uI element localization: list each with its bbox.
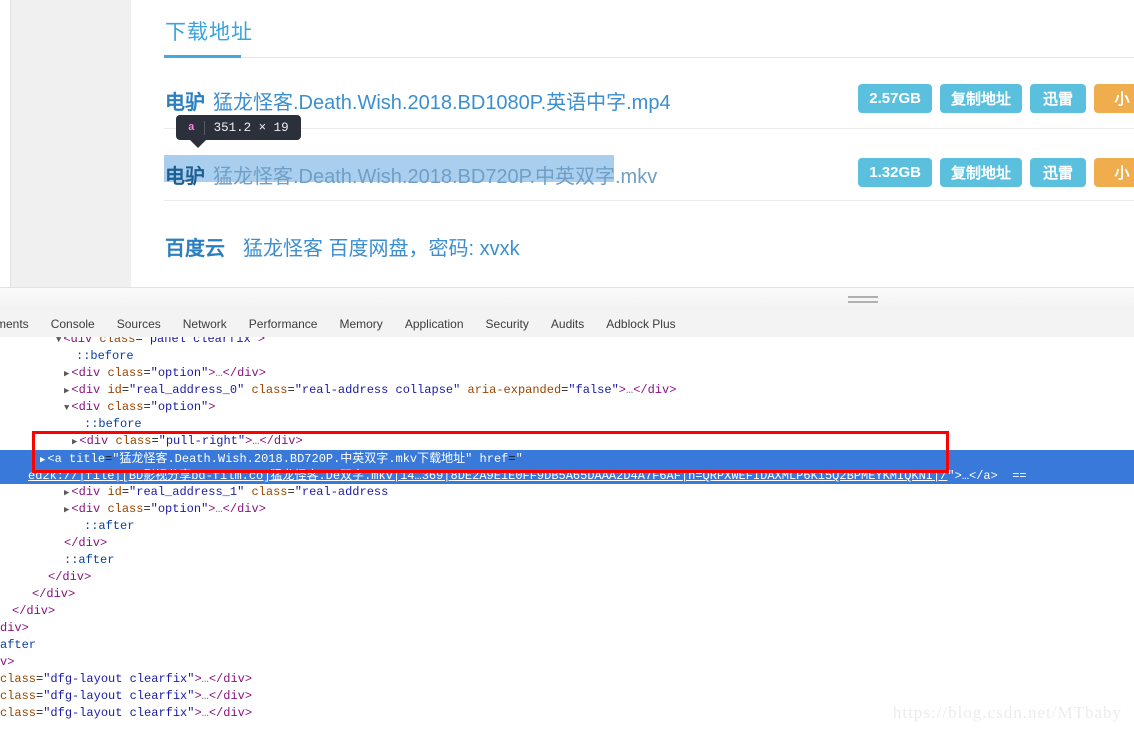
action-button[interactable]: 复制地址 (939, 158, 1022, 187)
dom-tree-line[interactable]: div> (0, 620, 1134, 637)
devtools-tab[interactable]: Application (394, 312, 475, 337)
disclosure-triangle-icon[interactable]: ▼ (56, 337, 61, 345)
dom-tree-line[interactable]: </div> (0, 603, 1134, 620)
page-title: 下载地址 (165, 21, 253, 44)
inspector-size-tooltip: a 351.2 × 19 (176, 115, 301, 148)
action-button[interactable]: 小 (1094, 84, 1134, 113)
dom-tree-line[interactable]: ▼ <div class="option"> (0, 399, 1134, 416)
browser-page-viewport: 下载地址 电驴 猛龙怪客.Death.Wish.2018.BD1080P.英语中字… (0, 0, 1134, 290)
row-source-label: 电驴 (165, 166, 205, 188)
row-divider (164, 128, 1134, 129)
screenshot-root: 下载地址 电驴 猛龙怪客.Death.Wish.2018.BD1080P.英语中字… (0, 0, 1134, 732)
inspector-dimensions: 351.2 × 19 (213, 120, 289, 135)
devtools-tab[interactable]: Memory (328, 312, 393, 337)
devtools-tab[interactable]: Sources (106, 312, 172, 337)
title-active-underline (164, 55, 241, 58)
devtools-tab[interactable]: Adblock Plus (595, 312, 686, 337)
dom-tree[interactable]: ▼ <div class="panel clearfix">::before ▶ <d… (0, 337, 1134, 732)
row-action-buttons: 2.57GB 复制地址 迅雷小 (858, 84, 1134, 113)
disclosure-triangle-icon[interactable]: ▼ (64, 403, 69, 413)
row-action-buttons: 1.32GB 复制地址 迅雷小 (858, 158, 1134, 187)
dom-tree-line[interactable]: ::after (0, 518, 1134, 535)
disclosure-triangle-icon[interactable]: ▶ (72, 437, 77, 447)
devtools-tab[interactable]: Console (40, 312, 106, 337)
dom-tree-line[interactable] (0, 722, 1134, 732)
disclosure-triangle-icon[interactable]: ▶ (64, 505, 69, 515)
action-button[interactable]: 复制地址 (939, 84, 1022, 113)
action-button[interactable]: 迅雷 (1030, 84, 1086, 113)
dom-tree-line[interactable]: ▼ <div class="panel clearfix"> (0, 337, 1134, 348)
devtools-tab[interactable]: ments (0, 312, 40, 337)
disclosure-triangle-icon[interactable]: ▶ (64, 386, 69, 396)
dom-tree-line[interactable]: ::after (0, 552, 1134, 569)
devtools-tab[interactable]: Audits (540, 312, 595, 337)
dom-tree-line[interactable]: ▶ <div class="option">…</div> (0, 365, 1134, 382)
dom-tree-line[interactable]: ▶ <div class="option">…</div> (0, 501, 1134, 518)
disclosure-triangle-icon[interactable]: ▶ (64, 369, 69, 379)
devtools-tab[interactable]: Performance (238, 312, 329, 337)
row-source-label: 电驴 (165, 92, 205, 114)
inspector-tooltip-separator (203, 120, 205, 135)
row-filename[interactable]: 猛龙怪客 百度网盘，密码: xvxk (243, 232, 520, 261)
inspector-tag-name: a (188, 121, 195, 134)
disclosure-triangle-icon[interactable]: ▶ (64, 488, 69, 498)
download-row-baiduyun[interactable]: 百度云 猛龙怪客 百度网盘，密码: xvxk (131, 216, 1134, 278)
action-button[interactable]: 迅雷 (1030, 158, 1086, 187)
dom-tree-line[interactable]: class="dfg-layout clearfix">…</div> (0, 671, 1134, 688)
action-button[interactable]: 2.57GB (858, 84, 932, 113)
dom-tree-line[interactable]: ::before (0, 348, 1134, 365)
action-button[interactable]: 小 (1094, 158, 1134, 187)
dom-tree-line[interactable]: ▶ <div class="pull-right">…</div> (0, 433, 1134, 450)
dom-tree-line[interactable]: </div> (0, 586, 1134, 603)
devtools-tab-bar[interactable]: ments Console Sources Network Performance Mem… (0, 311, 1134, 338)
dom-tree-line[interactable]: ▶ <div id="real_address_0" class="real-ad… (0, 382, 1134, 399)
devtools-tab[interactable]: Network (172, 312, 238, 337)
page-content: 下载地址 电驴 猛龙怪客.Death.Wish.2018.BD1080P.英语中字… (131, 0, 1134, 287)
watermark: https://blog.csdn.net/MTbaby (892, 703, 1122, 722)
devtools-splitter[interactable] (0, 287, 1134, 313)
title-divider (164, 57, 1134, 58)
devtools-tab[interactable]: Security (475, 312, 540, 337)
row-filename-link[interactable]: 猛龙怪客.Death.Wish.2018.BD720P.中英双字.mkv (213, 160, 657, 189)
devtools-panel: ments Console Sources Network Performance Mem… (0, 311, 1134, 732)
row-divider (164, 200, 1134, 201)
dom-tree-line[interactable]: </div> (0, 569, 1134, 586)
dom-tree-selected-node-line1[interactable]: ▶ <a title="猛龙怪客.Death.Wish.2018.BD720P.中… (0, 450, 1134, 467)
dom-tree-line[interactable]: ::before (0, 416, 1134, 433)
download-row[interactable]: 电驴 猛龙怪客.Death.Wish.2018.BD720P.中英双字.mkv 1.… (131, 144, 1134, 206)
dom-tree-line[interactable]: ▶ <div id="real_address_1" class="real-ad… (0, 484, 1134, 501)
action-button[interactable]: 1.32GB (858, 158, 932, 187)
splitter-grip-icon[interactable] (848, 296, 878, 306)
row-source-label: 百度云 (165, 238, 225, 260)
dom-tree-line[interactable]: </div> (0, 535, 1134, 552)
inspector-tooltip-arrow (190, 140, 206, 148)
page-left-rail (10, 0, 132, 287)
dom-tree-selected-node-line2[interactable]: ed2k://|file|[BD影视分享bd-film.co]猛龙怪客.De双字… (0, 467, 1134, 484)
row-filename-link[interactable]: 猛龙怪客.Death.Wish.2018.BD1080P.英语中字.mp4 (213, 86, 671, 115)
dom-tree-line[interactable]: after (0, 637, 1134, 654)
dom-tree-line[interactable]: v> (0, 654, 1134, 671)
